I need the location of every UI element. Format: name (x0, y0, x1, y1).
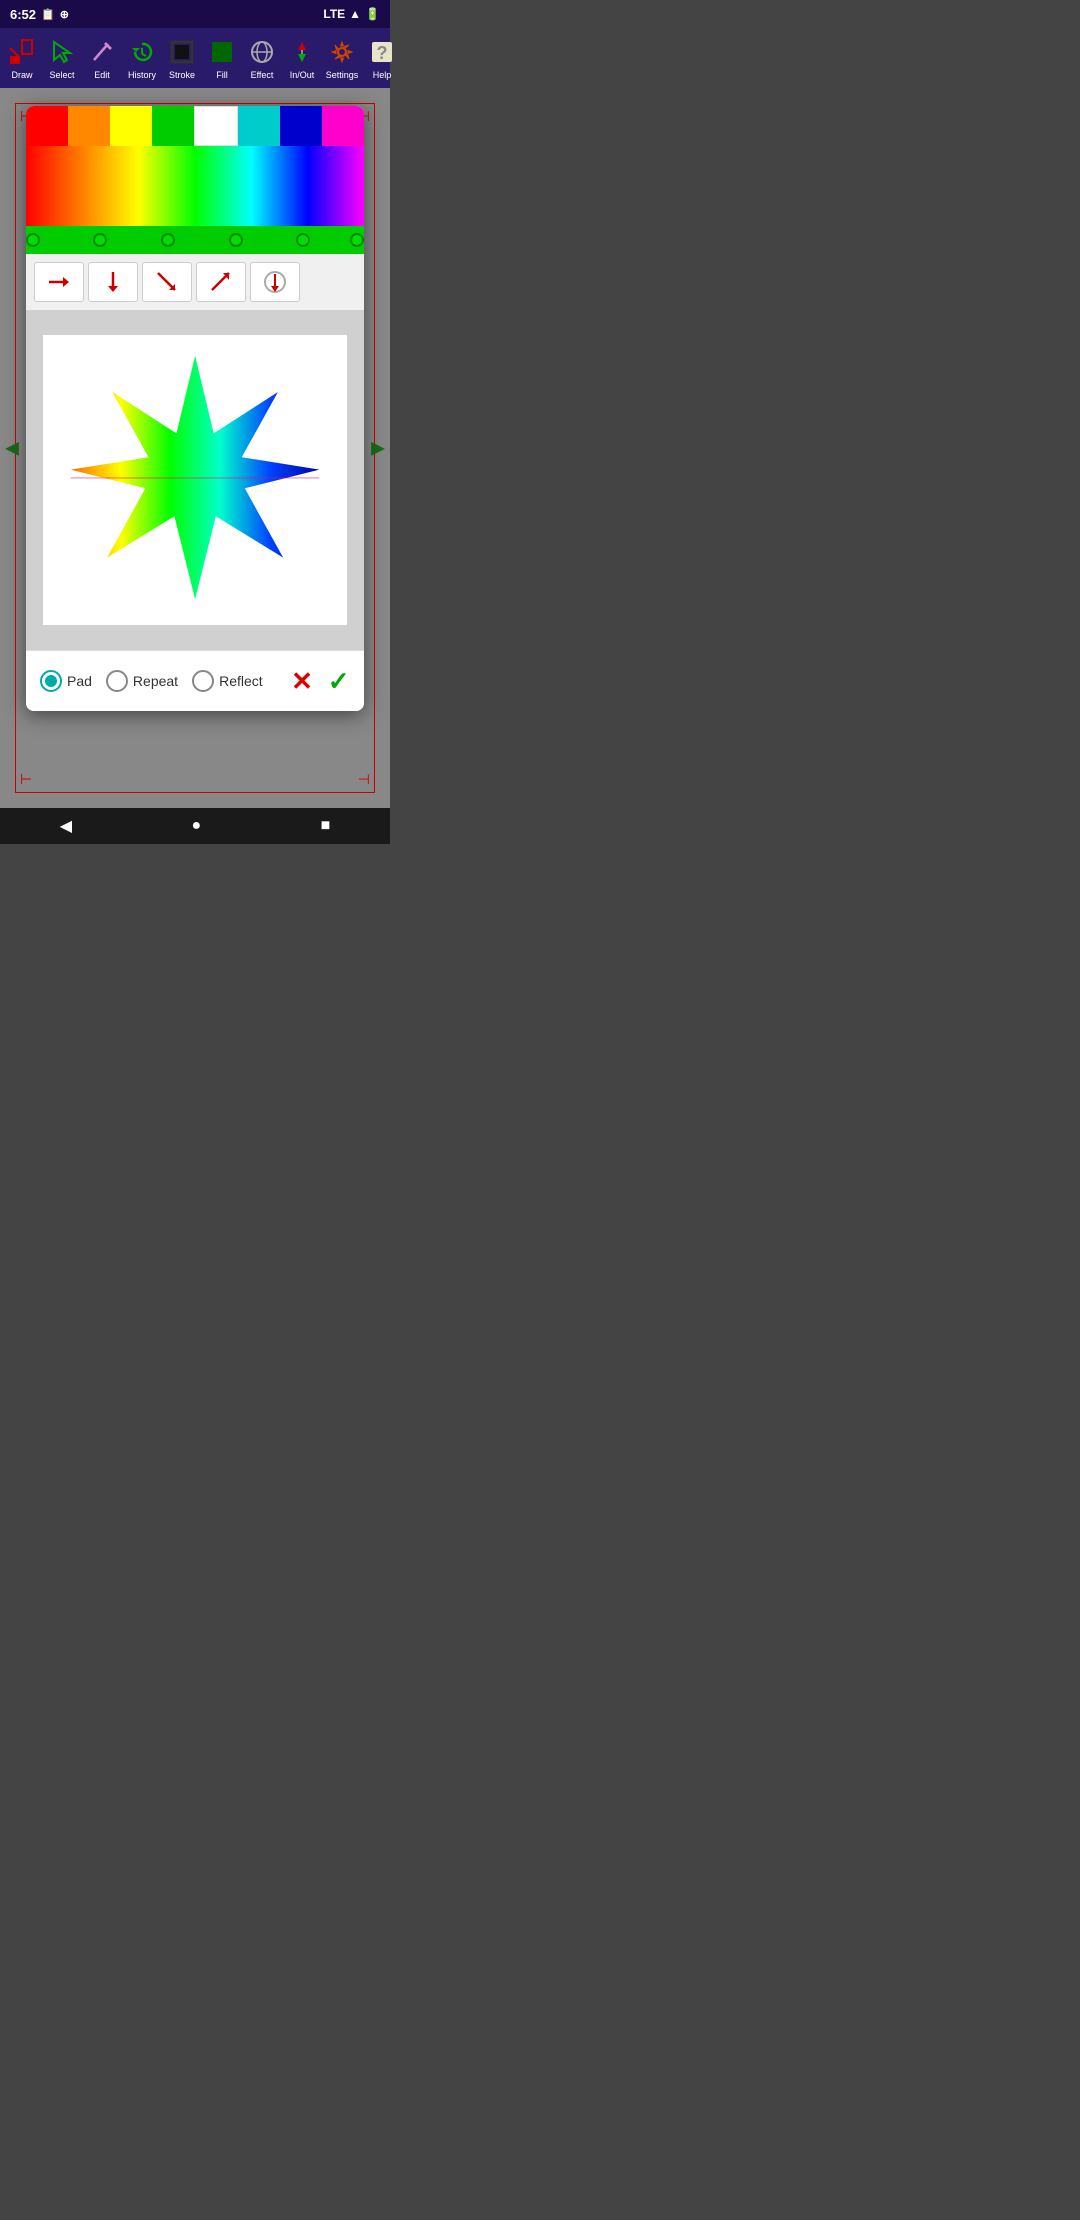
toolbar-history[interactable]: History (122, 36, 162, 80)
pad-radio-inner (45, 675, 57, 687)
stop-5[interactable] (350, 233, 364, 247)
select-label: Select (49, 70, 74, 80)
nav-home-button[interactable]: ● (191, 817, 201, 835)
history-icon (126, 36, 158, 68)
nav-bar: ◀ ● ■ (0, 808, 390, 844)
reflect-radio[interactable] (192, 670, 214, 692)
preview-white-box (43, 335, 347, 625)
dir-diagonal-down-button[interactable] (142, 262, 192, 302)
bottom-options: Pad Repeat Reflect ✕ ✓ (26, 650, 364, 711)
preview-area (26, 310, 364, 650)
stroke-label: Stroke (169, 70, 195, 80)
status-bar: 6:52 📋 ⊕ LTE ▲ 🔋 (0, 0, 390, 28)
rec-icon: ⊕ (60, 8, 69, 21)
corner-br-handle[interactable]: ⊣ (358, 771, 370, 788)
swatch-blue[interactable] (280, 106, 322, 146)
cancel-button[interactable]: ✕ (291, 663, 314, 699)
dir-diagonal-up-button[interactable] (196, 262, 246, 302)
time: 6:52 (10, 7, 36, 22)
arrow-left-handle[interactable]: ◀ (5, 438, 19, 459)
swatch-white[interactable] (194, 106, 238, 146)
swatch-red[interactable] (26, 106, 68, 146)
toolbar: Draw Select Edit History (0, 28, 390, 88)
lte-label: LTE (323, 7, 345, 21)
effect-icon (246, 36, 278, 68)
edit-icon (86, 36, 118, 68)
toolbar-draw[interactable]: Draw (2, 36, 42, 80)
battery-icon: 🔋 (365, 7, 380, 21)
draw-icon (6, 36, 38, 68)
settings-icon (326, 36, 358, 68)
gradient-stops-bar[interactable] (26, 226, 364, 254)
help-label: Help (373, 70, 392, 80)
dir-right-button[interactable] (34, 262, 84, 302)
signal-icon: ▲ (349, 7, 361, 21)
toolbar-select[interactable]: Select (42, 36, 82, 80)
stop-0[interactable] (26, 233, 40, 247)
edit-label: Edit (94, 70, 110, 80)
stop-3[interactable] (229, 233, 243, 247)
toolbar-fill[interactable]: Fill (202, 36, 242, 80)
pad-label: Pad (67, 673, 92, 689)
repeat-radio[interactable] (106, 670, 128, 692)
rainbow-gradient-bar[interactable] (26, 146, 364, 226)
stop-4[interactable] (296, 233, 310, 247)
fill-icon (206, 36, 238, 68)
repeat-option[interactable]: Repeat (106, 670, 178, 692)
help-icon: ? (366, 36, 398, 68)
toolbar-inout[interactable]: In/Out (282, 36, 322, 80)
settings-label: Settings (326, 70, 359, 80)
swatch-yellow[interactable] (110, 106, 152, 146)
status-right: LTE ▲ 🔋 (323, 7, 380, 21)
inout-icon (286, 36, 318, 68)
reflect-option[interactable]: Reflect (192, 670, 263, 692)
canvas-area: ◀ ▶ ⊢ ⊣ ⊢ ⊣ (0, 88, 390, 808)
sim-icon: 📋 (41, 8, 55, 21)
dir-radial-button[interactable] (250, 262, 300, 302)
nav-recents-button[interactable]: ■ (321, 817, 331, 835)
color-swatches-row (26, 106, 364, 146)
toolbar-settings[interactable]: Settings (322, 36, 362, 80)
draw-label: Draw (11, 70, 32, 80)
fill-label: Fill (216, 70, 228, 80)
gradient-dialog: Pad Repeat Reflect ✕ ✓ (26, 106, 364, 711)
status-left: 6:52 📋 ⊕ (10, 7, 69, 22)
toolbar-edit[interactable]: Edit (82, 36, 122, 80)
star-preview (43, 335, 347, 625)
swatch-pink[interactable] (322, 106, 364, 146)
stroke-icon (166, 36, 198, 68)
history-label: History (128, 70, 156, 80)
reflect-label: Reflect (219, 673, 263, 689)
toolbar-effect[interactable]: Effect (242, 36, 282, 80)
select-icon (46, 36, 78, 68)
swatch-orange[interactable] (68, 106, 110, 146)
toolbar-help[interactable]: ? Help (362, 36, 402, 80)
repeat-label: Repeat (133, 673, 178, 689)
stop-2[interactable] (161, 233, 175, 247)
pad-option[interactable]: Pad (40, 670, 92, 692)
confirm-button[interactable]: ✓ (327, 663, 350, 699)
stop-1[interactable] (93, 233, 107, 247)
effect-label: Effect (251, 70, 274, 80)
direction-buttons (26, 254, 364, 310)
svg-text:?: ? (377, 43, 388, 63)
dir-down-button[interactable] (88, 262, 138, 302)
corner-bl-handle[interactable]: ⊢ (20, 771, 32, 788)
arrow-right-handle[interactable]: ▶ (371, 438, 385, 459)
nav-back-button[interactable]: ◀ (60, 816, 72, 836)
swatch-cyan[interactable] (238, 106, 280, 146)
toolbar-stroke[interactable]: Stroke (162, 36, 202, 80)
pad-radio[interactable] (40, 670, 62, 692)
swatch-green[interactable] (152, 106, 194, 146)
inout-label: In/Out (290, 70, 315, 80)
